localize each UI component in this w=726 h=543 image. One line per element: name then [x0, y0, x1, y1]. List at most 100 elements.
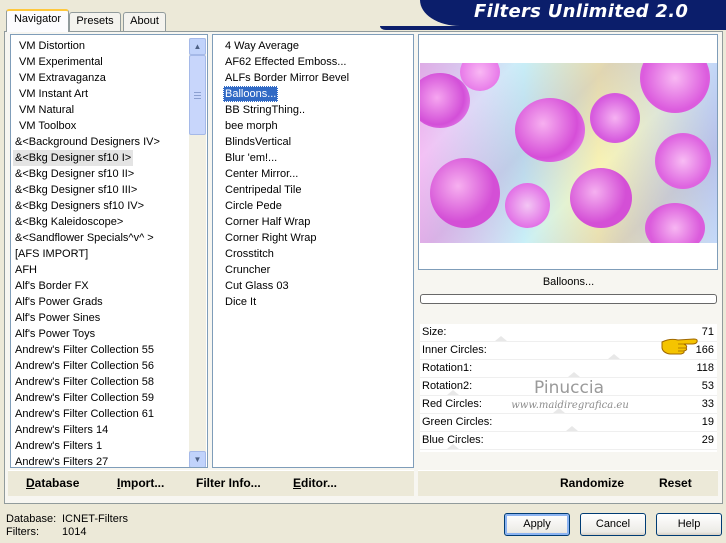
- category-item[interactable]: VM Experimental: [19, 54, 103, 70]
- filters-count-label: Filters:: [6, 526, 39, 538]
- category-item[interactable]: Andrew's Filter Collection 56: [15, 358, 154, 374]
- import-button-label: mport...: [120, 476, 165, 490]
- param-label: Red Circles:: [422, 398, 482, 410]
- cancel-button[interactable]: Cancel: [580, 513, 646, 536]
- param-value: 53: [701, 380, 714, 392]
- category-item[interactable]: VM Natural: [19, 102, 74, 118]
- database-button[interactable]: Database: [26, 476, 79, 492]
- filter-item[interactable]: Corner Half Wrap: [225, 214, 310, 230]
- scroll-up-icon[interactable]: ▲: [189, 38, 206, 55]
- category-item[interactable]: &<Bkg Designer sf10 I>: [13, 150, 134, 166]
- category-item[interactable]: AFH: [15, 262, 37, 278]
- category-item[interactable]: Andrew's Filter Collection 59: [15, 390, 154, 406]
- tab-presets[interactable]: Presets: [69, 12, 121, 31]
- category-item[interactable]: [AFS IMPORT]: [15, 246, 88, 262]
- apply-button[interactable]: Apply: [504, 513, 570, 536]
- preview-balloon: [430, 158, 500, 228]
- filter-item[interactable]: Balloons...: [223, 86, 279, 102]
- category-item[interactable]: Alf's Power Toys: [15, 326, 95, 342]
- filter-item[interactable]: 4 Way Average: [225, 38, 299, 54]
- database-value: ICNET-Filters: [62, 513, 128, 525]
- editor-button[interactable]: Editor...: [293, 476, 337, 492]
- category-item[interactable]: VM Distortion: [19, 38, 85, 54]
- param-label: Blue Circles:: [422, 434, 484, 446]
- filter-info-button-label: Filter Info...: [196, 476, 261, 490]
- preview-balloon: [655, 133, 711, 189]
- filter-item[interactable]: AF62 Effected Emboss...: [225, 54, 346, 70]
- database-button-label: atabase: [34, 476, 80, 490]
- param-label: Size:: [422, 326, 447, 338]
- param-label: Inner Circles:: [422, 344, 487, 356]
- help-button[interactable]: Help: [656, 513, 722, 536]
- category-item[interactable]: &<Bkg Kaleidoscope>: [15, 214, 123, 230]
- filter-item[interactable]: Circle Pede: [225, 198, 282, 214]
- category-list[interactable]: ▲ ▼ VM Distortion VM Experimental VM Extra…: [10, 34, 208, 468]
- filter-item[interactable]: Corner Right Wrap: [225, 230, 317, 246]
- filter-list[interactable]: 4 Way Average AF62 Effected Emboss... ALFs…: [212, 34, 414, 468]
- filter-preview-image: [420, 63, 717, 243]
- category-item[interactable]: Andrew's Filter Collection 58: [15, 374, 154, 390]
- param-label: Rotation2:: [422, 380, 473, 392]
- randomize-button[interactable]: Randomize: [560, 476, 624, 492]
- filter-item[interactable]: Cruncher: [225, 262, 270, 278]
- filter-item[interactable]: Blur 'em!...: [225, 150, 277, 166]
- scroll-down-icon[interactable]: ▼: [189, 451, 206, 467]
- slider-marker: [495, 336, 507, 341]
- scroll-thumb[interactable]: [189, 55, 206, 135]
- filter-item[interactable]: BlindsVertical: [225, 134, 291, 150]
- category-item[interactable]: Andrew's Filter Collection 55: [15, 342, 154, 358]
- param-value: 118: [696, 362, 714, 374]
- filter-item[interactable]: Dice It: [225, 294, 256, 310]
- filter-item[interactable]: bee morph: [225, 118, 278, 134]
- category-item[interactable]: Andrew's Filters 14: [15, 422, 108, 438]
- category-item[interactable]: VM Instant Art: [19, 86, 88, 102]
- tab-about[interactable]: About: [123, 12, 166, 31]
- filter-item[interactable]: Center Mirror...: [225, 166, 298, 182]
- category-item[interactable]: Alf's Power Sines: [15, 310, 100, 326]
- filter-item[interactable]: BB StringThing..: [225, 102, 305, 118]
- slider-marker: [566, 426, 578, 431]
- tab-navigator[interactable]: Navigator: [6, 9, 69, 32]
- param-value: 29: [701, 434, 714, 446]
- watermark-url: www.maidiregrafica.eu: [511, 400, 629, 411]
- filters-count-value: 1014: [62, 526, 87, 538]
- param-row[interactable]: Green Circles: 19: [420, 414, 717, 432]
- scroll-grip-icon: [194, 92, 201, 99]
- title-banner-underline: [380, 26, 726, 30]
- param-row[interactable]: Rotation1: 118: [420, 360, 717, 378]
- editor-button-mnemonic: E: [293, 476, 302, 490]
- category-item[interactable]: Andrew's Filters 1: [15, 438, 102, 454]
- database-button-mnemonic: D: [26, 476, 35, 490]
- param-row[interactable]: Blue Circles: 29: [420, 432, 717, 450]
- param-label: Rotation1:: [422, 362, 473, 374]
- category-item[interactable]: Alf's Power Grads: [15, 294, 103, 310]
- reset-button[interactable]: Reset: [659, 476, 692, 492]
- category-item[interactable]: Andrew's Filters 27: [15, 454, 108, 467]
- param-value: 33: [701, 398, 714, 410]
- category-item[interactable]: VM Extravaganza: [19, 70, 106, 86]
- filter-item[interactable]: ALFs Border Mirror Bevel: [225, 70, 349, 86]
- progress-bar: [420, 294, 717, 304]
- param-value: 19: [701, 416, 714, 428]
- watermark-name: Pinuccia: [534, 378, 604, 398]
- category-item[interactable]: Alf's Border FX: [15, 278, 89, 294]
- database-label: Database:: [6, 513, 57, 525]
- slider-marker: [608, 354, 620, 359]
- param-label: Green Circles:: [422, 416, 493, 428]
- filter-info-button[interactable]: Filter Info...: [196, 476, 261, 492]
- category-item[interactable]: &<Sandflower Specials^v^ >: [15, 230, 154, 246]
- category-item[interactable]: Andrew's Filter Collection 61: [15, 406, 154, 422]
- editor-button-label: ditor...: [301, 476, 338, 490]
- category-item[interactable]: &<Background Designers IV>: [15, 134, 160, 150]
- filter-item[interactable]: Centripedal Tile: [225, 182, 301, 198]
- preview-balloon: [590, 93, 640, 143]
- category-item[interactable]: VM Toolbox: [19, 118, 76, 134]
- filter-item[interactable]: Crosstitch: [225, 246, 274, 262]
- import-button[interactable]: Import...: [117, 476, 164, 492]
- app-title: Filters Unlimited 2.0: [474, 1, 689, 22]
- category-scrollbar[interactable]: ▲ ▼: [189, 38, 206, 467]
- category-item[interactable]: &<Bkg Designer sf10 III>: [15, 182, 137, 198]
- category-item[interactable]: &<Bkg Designer sf10 II>: [15, 166, 134, 182]
- category-item[interactable]: &<Bkg Designers sf10 IV>: [15, 198, 144, 214]
- filter-item[interactable]: Cut Glass 03: [225, 278, 289, 294]
